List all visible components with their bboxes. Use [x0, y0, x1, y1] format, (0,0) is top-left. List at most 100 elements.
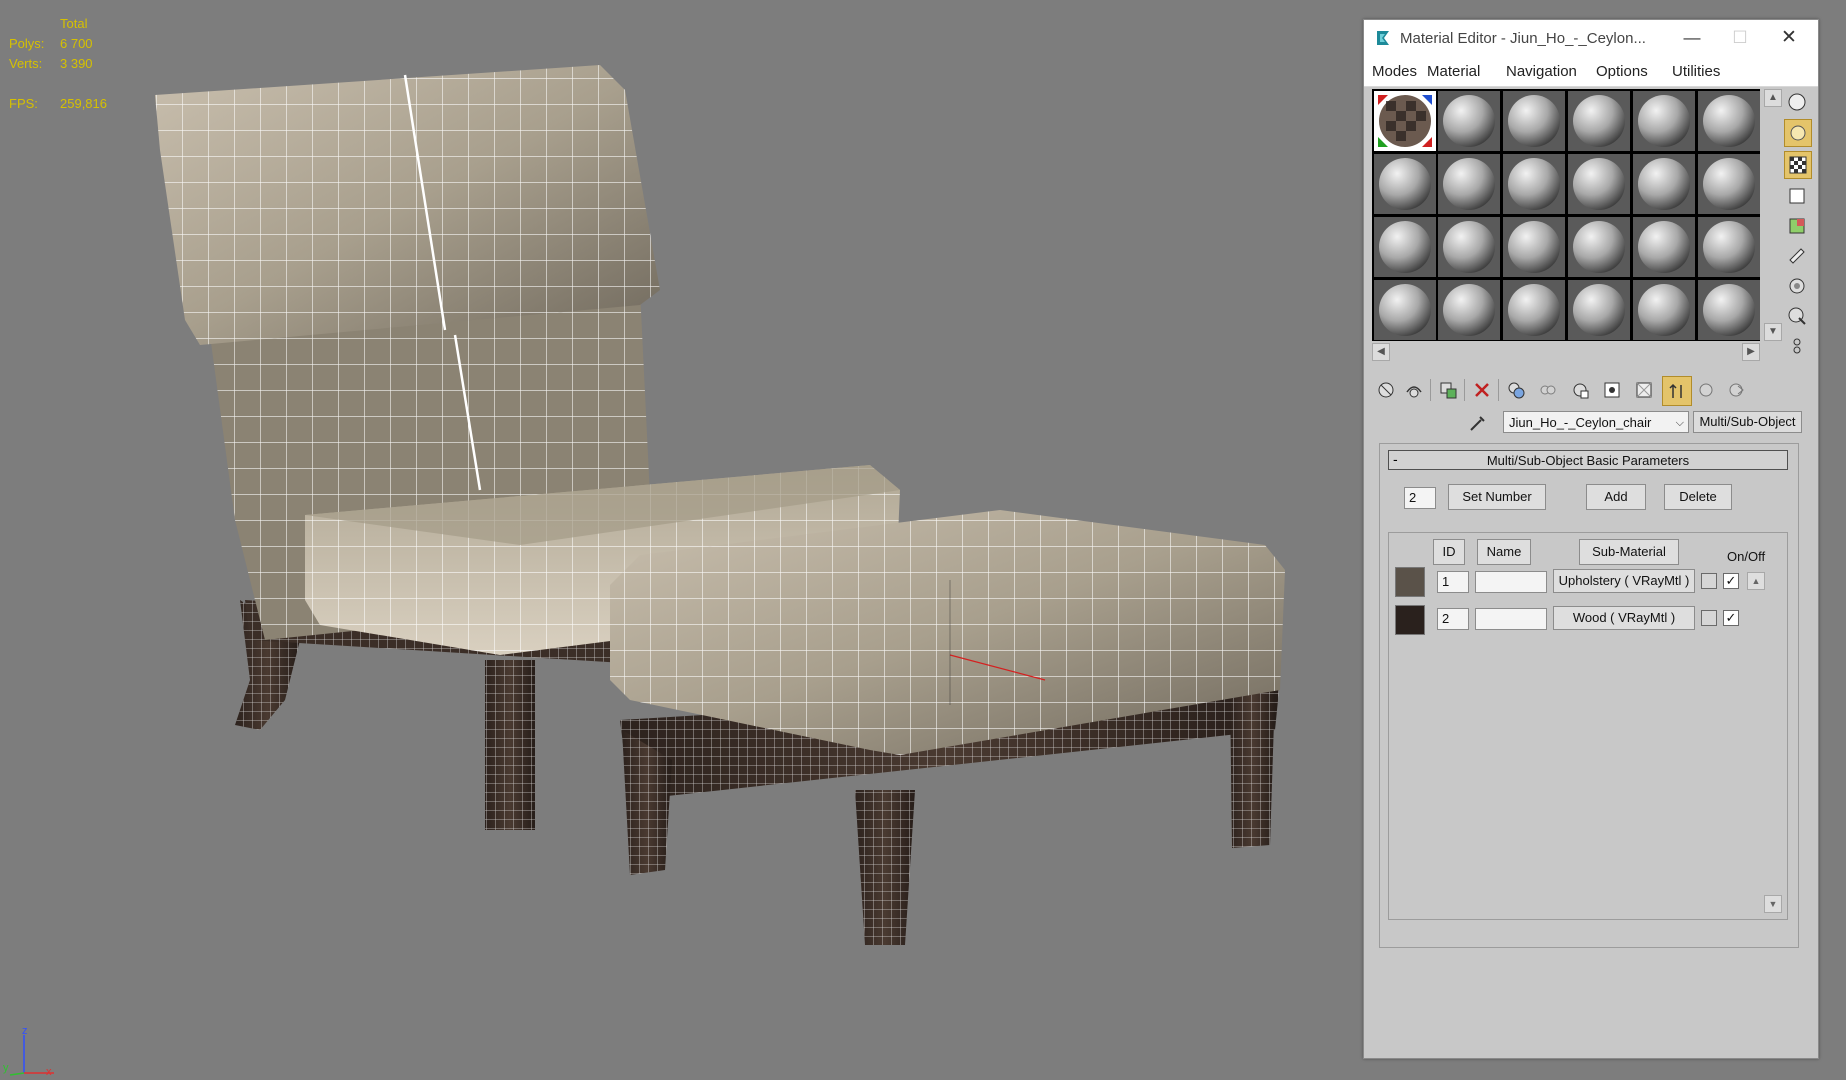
- put-material-to-scene-icon[interactable]: [1400, 376, 1428, 404]
- go-forward-to-sibling-icon[interactable]: [1722, 376, 1750, 404]
- sample-slot[interactable]: [1503, 154, 1565, 214]
- sample-slot-active[interactable]: [1374, 91, 1436, 151]
- sub-material-on-checkbox[interactable]: ✓: [1723, 610, 1739, 626]
- on-off-header: On/Off: [1727, 549, 1766, 564]
- sample-slot[interactable]: [1438, 217, 1500, 277]
- sample-slot[interactable]: [1633, 91, 1695, 151]
- set-number-button[interactable]: Set Number: [1448, 484, 1546, 510]
- sample-slot[interactable]: [1568, 91, 1630, 151]
- sub-material-id-field[interactable]: 2: [1437, 608, 1469, 630]
- 3dsmax-app-icon: [1377, 31, 1389, 45]
- sub-material-swatch[interactable]: [1395, 567, 1425, 597]
- show-shaded-material-icon[interactable]: [1630, 376, 1658, 404]
- sample-slot[interactable]: [1438, 91, 1500, 151]
- sample-slot[interactable]: [1374, 280, 1436, 340]
- sub-material-button[interactable]: Wood ( VRayMtl ): [1553, 606, 1695, 630]
- sub-material-on-checkbox[interactable]: ✓: [1723, 573, 1739, 589]
- maximize-button[interactable]: ☐: [1720, 26, 1760, 50]
- close-button[interactable]: ✕: [1769, 26, 1809, 50]
- sample-slots-grid: [1372, 89, 1760, 341]
- reset-map-delete-icon[interactable]: [1468, 376, 1496, 404]
- multi-sub-object-rollout: - Multi/Sub-Object Basic Parameters 2 Se…: [1379, 443, 1799, 948]
- sub-material-name-field[interactable]: [1475, 608, 1547, 630]
- make-unique-icon[interactable]: [1534, 376, 1562, 404]
- axis-z-label: z: [22, 1025, 28, 1037]
- sample-uv-tiling-icon[interactable]: [1784, 183, 1810, 209]
- delete-button[interactable]: Delete: [1664, 484, 1732, 510]
- sample-slot[interactable]: [1568, 154, 1630, 214]
- menu-options[interactable]: Options: [1596, 63, 1648, 80]
- list-scroll-down-icon[interactable]: ▼: [1764, 895, 1782, 913]
- backlight-icon[interactable]: [1784, 119, 1812, 147]
- sample-slot[interactable]: [1698, 154, 1760, 214]
- make-material-copy-icon[interactable]: [1502, 376, 1530, 404]
- material-name-text: Jiun_Ho_-_Ceylon_chair: [1509, 415, 1652, 430]
- scroll-down-arrow-icon[interactable]: ▼: [1764, 323, 1782, 341]
- chevron-down-icon: ⌵: [1675, 417, 1684, 429]
- material-name-dropdown[interactable]: Jiun_Ho_-_Ceylon_chair ⌵: [1503, 411, 1689, 433]
- scroll-up-arrow-icon[interactable]: ▲: [1764, 89, 1782, 107]
- scroll-left-arrow-icon[interactable]: ◀: [1372, 343, 1390, 361]
- sort-by-name-button[interactable]: Name: [1477, 539, 1531, 565]
- sample-slot[interactable]: [1698, 217, 1760, 277]
- video-color-check-icon[interactable]: [1784, 213, 1810, 239]
- scroll-right-arrow-icon[interactable]: ▶: [1742, 343, 1760, 361]
- sample-slot[interactable]: [1633, 280, 1695, 340]
- sample-slot[interactable]: [1503, 91, 1565, 151]
- sample-slot[interactable]: [1438, 154, 1500, 214]
- rollout-header[interactable]: - Multi/Sub-Object Basic Parameters: [1388, 450, 1788, 470]
- menu-modes[interactable]: Modes: [1372, 63, 1417, 80]
- list-scroll-up-icon[interactable]: ▲: [1747, 572, 1765, 590]
- sample-slot[interactable]: [1568, 280, 1630, 340]
- rollout-title: Multi/Sub-Object Basic Parameters: [1486, 453, 1690, 468]
- put-to-library-icon[interactable]: [1566, 376, 1594, 404]
- options-icon[interactable]: [1784, 273, 1810, 299]
- go-to-parent-icon[interactable]: [1692, 376, 1720, 404]
- material-map-navigator-icon[interactable]: [1784, 333, 1810, 359]
- material-count-field[interactable]: 2: [1404, 487, 1436, 509]
- window-title: Material Editor - Jiun_Ho_-_Ceylon...: [1400, 30, 1646, 47]
- material-type-button[interactable]: Multi/Sub-Object: [1693, 411, 1802, 433]
- material-toolbar: [1372, 376, 1782, 406]
- sample-slot[interactable]: [1374, 154, 1436, 214]
- menu-navigation[interactable]: Navigation: [1506, 63, 1577, 80]
- menu-bar: Modes Material Navigation Options Utilit…: [1364, 58, 1818, 87]
- material-id-channel-icon[interactable]: [1598, 376, 1626, 404]
- sample-type-sphere-icon[interactable]: [1784, 89, 1810, 115]
- sample-slot[interactable]: [1698, 91, 1760, 151]
- get-material-icon[interactable]: [1372, 376, 1400, 404]
- sort-by-id-button[interactable]: ID: [1433, 539, 1465, 565]
- sample-slot[interactable]: [1633, 217, 1695, 277]
- sample-slot[interactable]: [1374, 217, 1436, 277]
- sub-material-color-box[interactable]: [1701, 610, 1717, 626]
- sample-slot[interactable]: [1503, 217, 1565, 277]
- show-end-result-icon[interactable]: [1662, 376, 1692, 406]
- sub-material-color-box[interactable]: [1701, 573, 1717, 589]
- sample-slot[interactable]: [1438, 280, 1500, 340]
- slots-vertical-scrollbar[interactable]: ▲ ▼: [1764, 89, 1782, 341]
- pick-material-eyedropper-icon[interactable]: [1468, 413, 1488, 433]
- sub-material-list: ID Name Sub-Material On/Off 1 Upholstery…: [1388, 532, 1788, 920]
- sort-by-submaterial-button[interactable]: Sub-Material: [1579, 539, 1679, 565]
- sub-material-button[interactable]: Upholstery ( VRayMtl ): [1553, 569, 1695, 593]
- sub-material-id-field[interactable]: 1: [1437, 571, 1469, 593]
- material-editor-window[interactable]: Material Editor - Jiun_Ho_-_Ceylon... — …: [1363, 19, 1819, 1059]
- menu-utilities[interactable]: Utilities: [1672, 63, 1720, 80]
- background-checker-icon[interactable]: [1784, 151, 1812, 179]
- sample-slot[interactable]: [1568, 217, 1630, 277]
- sub-material-name-field[interactable]: [1475, 571, 1547, 593]
- make-preview-icon[interactable]: [1784, 243, 1810, 269]
- sub-material-swatch[interactable]: [1395, 605, 1425, 635]
- sample-slot[interactable]: [1698, 280, 1760, 340]
- axis-gizmo-icon: z x y: [3, 1025, 54, 1077]
- sample-slot[interactable]: [1503, 280, 1565, 340]
- add-button[interactable]: Add: [1586, 484, 1646, 510]
- minimize-button[interactable]: —: [1672, 26, 1712, 50]
- select-by-material-icon[interactable]: [1784, 303, 1810, 329]
- sample-slot[interactable]: [1633, 154, 1695, 214]
- assign-material-to-selection-icon[interactable]: [1434, 376, 1462, 404]
- menu-material[interactable]: Material: [1427, 63, 1480, 80]
- side-toolbar: [1784, 89, 1814, 363]
- slots-horizontal-scrollbar[interactable]: ◀ ▶: [1372, 343, 1760, 361]
- title-bar[interactable]: Material Editor - Jiun_Ho_-_Ceylon... — …: [1364, 20, 1818, 58]
